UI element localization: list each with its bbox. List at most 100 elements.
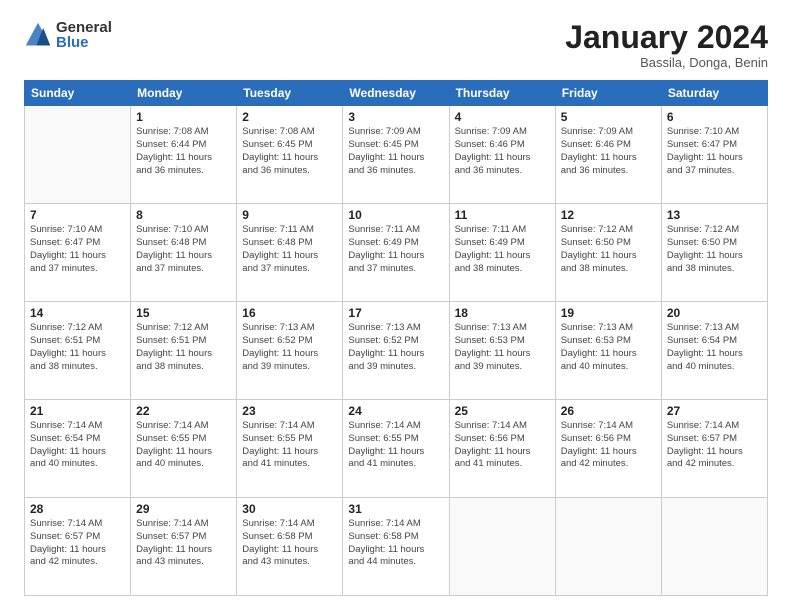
day-number: 30 <box>242 502 337 516</box>
calendar-cell: 6 Sunrise: 7:10 AM Sunset: 6:47 PM Daylig… <box>661 106 767 204</box>
calendar-cell: 30 Sunrise: 7:14 AM Sunset: 6:58 PM Dayli… <box>237 498 343 596</box>
day-number: 20 <box>667 306 762 320</box>
day-number: 15 <box>136 306 231 320</box>
calendar-cell: 26 Sunrise: 7:14 AM Sunset: 6:56 PM Dayli… <box>555 400 661 498</box>
day-number: 19 <box>561 306 656 320</box>
day-number: 22 <box>136 404 231 418</box>
calendar-cell: 15Sunrise: 7:12 AM Sunset: 6:51 PM Dayli… <box>131 302 237 400</box>
day-info: Sunrise: 7:14 AM Sunset: 6:56 PM Dayligh… <box>455 420 550 471</box>
calendar-cell: 18 Sunrise: 7:13 AM Sunset: 6:53 PM Dayli… <box>449 302 555 400</box>
day-number: 27 <box>667 404 762 418</box>
calendar-cell: 19 Sunrise: 7:13 AM Sunset: 6:53 PM Dayli… <box>555 302 661 400</box>
subtitle: Bassila, Donga, Benin <box>565 55 768 70</box>
day-number: 31 <box>348 502 443 516</box>
calendar-cell: 25 Sunrise: 7:14 AM Sunset: 6:56 PM Dayli… <box>449 400 555 498</box>
day-number: 9 <box>242 208 337 222</box>
day-number: 11 <box>455 208 550 222</box>
day-info: Sunrise: 7:12 AM Sunset: 6:50 PM Dayligh… <box>561 224 656 275</box>
day-info: Sunrise: 7:14 AM Sunset: 6:54 PM Dayligh… <box>30 420 125 471</box>
day-number: 5 <box>561 110 656 124</box>
day-info: Sunrise: 7:14 AM Sunset: 6:58 PM Dayligh… <box>242 518 337 569</box>
day-info: Sunrise: 7:08 AM Sunset: 6:45 PM Dayligh… <box>242 126 337 177</box>
calendar-cell: 2Sunrise: 7:08 AM Sunset: 6:45 PM Daylig… <box>237 106 343 204</box>
calendar-cell <box>661 498 767 596</box>
day-number: 6 <box>667 110 762 124</box>
calendar-cell: 13Sunrise: 7:12 AM Sunset: 6:50 PM Dayli… <box>661 204 767 302</box>
calendar-cell: 12 Sunrise: 7:12 AM Sunset: 6:50 PM Dayli… <box>555 204 661 302</box>
day-info: Sunrise: 7:10 AM Sunset: 6:47 PM Dayligh… <box>30 224 125 275</box>
day-info: Sunrise: 7:09 AM Sunset: 6:46 PM Dayligh… <box>455 126 550 177</box>
calendar-week-4: 21Sunrise: 7:14 AM Sunset: 6:54 PM Dayli… <box>25 400 768 498</box>
day-info: Sunrise: 7:09 AM Sunset: 6:46 PM Dayligh… <box>561 126 656 177</box>
col-header-wednesday: Wednesday <box>343 81 449 106</box>
calendar-cell: 29Sunrise: 7:14 AM Sunset: 6:57 PM Dayli… <box>131 498 237 596</box>
calendar-week-5: 28Sunrise: 7:14 AM Sunset: 6:57 PM Dayli… <box>25 498 768 596</box>
day-number: 25 <box>455 404 550 418</box>
day-info: Sunrise: 7:14 AM Sunset: 6:57 PM Dayligh… <box>667 420 762 471</box>
day-number: 12 <box>561 208 656 222</box>
logo: General Blue <box>24 20 112 50</box>
calendar-cell: 5 Sunrise: 7:09 AM Sunset: 6:46 PM Daylig… <box>555 106 661 204</box>
header-row: Sunday Monday Tuesday Wednesday Thursday… <box>25 81 768 106</box>
calendar-cell <box>555 498 661 596</box>
page: General Blue January 2024 Bassila, Donga… <box>0 0 792 612</box>
calendar-cell: 9 Sunrise: 7:11 AM Sunset: 6:48 PM Daylig… <box>237 204 343 302</box>
day-info: Sunrise: 7:10 AM Sunset: 6:47 PM Dayligh… <box>667 126 762 177</box>
calendar-cell: 31Sunrise: 7:14 AM Sunset: 6:58 PM Dayli… <box>343 498 449 596</box>
calendar-week-1: 1 Sunrise: 7:08 AM Sunset: 6:44 PM Daylig… <box>25 106 768 204</box>
month-title: January 2024 <box>565 20 768 55</box>
calendar-cell: 3 Sunrise: 7:09 AM Sunset: 6:45 PM Daylig… <box>343 106 449 204</box>
day-info: Sunrise: 7:14 AM Sunset: 6:57 PM Dayligh… <box>30 518 125 569</box>
col-header-tuesday: Tuesday <box>237 81 343 106</box>
header: General Blue January 2024 Bassila, Donga… <box>24 20 768 70</box>
day-number: 16 <box>242 306 337 320</box>
day-number: 8 <box>136 208 231 222</box>
day-info: Sunrise: 7:13 AM Sunset: 6:52 PM Dayligh… <box>242 322 337 373</box>
col-header-saturday: Saturday <box>661 81 767 106</box>
day-number: 17 <box>348 306 443 320</box>
calendar-cell: 8 Sunrise: 7:10 AM Sunset: 6:48 PM Daylig… <box>131 204 237 302</box>
calendar-cell <box>449 498 555 596</box>
calendar-cell: 21Sunrise: 7:14 AM Sunset: 6:54 PM Dayli… <box>25 400 131 498</box>
col-header-sunday: Sunday <box>25 81 131 106</box>
calendar-cell: 7 Sunrise: 7:10 AM Sunset: 6:47 PM Daylig… <box>25 204 131 302</box>
calendar-table: Sunday Monday Tuesday Wednesday Thursday… <box>24 80 768 596</box>
day-info: Sunrise: 7:08 AM Sunset: 6:44 PM Dayligh… <box>136 126 231 177</box>
day-info: Sunrise: 7:11 AM Sunset: 6:49 PM Dayligh… <box>455 224 550 275</box>
calendar-cell: 16 Sunrise: 7:13 AM Sunset: 6:52 PM Dayli… <box>237 302 343 400</box>
day-info: Sunrise: 7:12 AM Sunset: 6:51 PM Dayligh… <box>30 322 125 373</box>
col-header-thursday: Thursday <box>449 81 555 106</box>
calendar-cell: 23Sunrise: 7:14 AM Sunset: 6:55 PM Dayli… <box>237 400 343 498</box>
day-info: Sunrise: 7:11 AM Sunset: 6:48 PM Dayligh… <box>242 224 337 275</box>
day-number: 10 <box>348 208 443 222</box>
calendar-cell: 11 Sunrise: 7:11 AM Sunset: 6:49 PM Dayli… <box>449 204 555 302</box>
day-info: Sunrise: 7:14 AM Sunset: 6:56 PM Dayligh… <box>561 420 656 471</box>
day-number: 1 <box>136 110 231 124</box>
calendar-cell: 17 Sunrise: 7:13 AM Sunset: 6:52 PM Dayli… <box>343 302 449 400</box>
day-info: Sunrise: 7:11 AM Sunset: 6:49 PM Dayligh… <box>348 224 443 275</box>
calendar-cell: 1 Sunrise: 7:08 AM Sunset: 6:44 PM Daylig… <box>131 106 237 204</box>
day-info: Sunrise: 7:13 AM Sunset: 6:52 PM Dayligh… <box>348 322 443 373</box>
col-header-monday: Monday <box>131 81 237 106</box>
calendar-cell: 28Sunrise: 7:14 AM Sunset: 6:57 PM Dayli… <box>25 498 131 596</box>
day-info: Sunrise: 7:09 AM Sunset: 6:45 PM Dayligh… <box>348 126 443 177</box>
day-info: Sunrise: 7:13 AM Sunset: 6:53 PM Dayligh… <box>455 322 550 373</box>
calendar-cell: 20 Sunrise: 7:13 AM Sunset: 6:54 PM Dayli… <box>661 302 767 400</box>
logo-blue: Blue <box>56 35 112 50</box>
logo-general: General <box>56 20 112 35</box>
day-info: Sunrise: 7:14 AM Sunset: 6:55 PM Dayligh… <box>242 420 337 471</box>
col-header-friday: Friday <box>555 81 661 106</box>
calendar-cell: 10 Sunrise: 7:11 AM Sunset: 6:49 PM Dayli… <box>343 204 449 302</box>
logo-icon <box>24 21 52 49</box>
day-number: 7 <box>30 208 125 222</box>
calendar-cell: 27 Sunrise: 7:14 AM Sunset: 6:57 PM Dayli… <box>661 400 767 498</box>
day-info: Sunrise: 7:13 AM Sunset: 6:53 PM Dayligh… <box>561 322 656 373</box>
day-number: 26 <box>561 404 656 418</box>
calendar-cell: 22Sunrise: 7:14 AM Sunset: 6:55 PM Dayli… <box>131 400 237 498</box>
logo-text: General Blue <box>56 20 112 50</box>
day-info: Sunrise: 7:10 AM Sunset: 6:48 PM Dayligh… <box>136 224 231 275</box>
day-info: Sunrise: 7:13 AM Sunset: 6:54 PM Dayligh… <box>667 322 762 373</box>
day-number: 18 <box>455 306 550 320</box>
calendar-cell: 24Sunrise: 7:14 AM Sunset: 6:55 PM Dayli… <box>343 400 449 498</box>
day-number: 3 <box>348 110 443 124</box>
